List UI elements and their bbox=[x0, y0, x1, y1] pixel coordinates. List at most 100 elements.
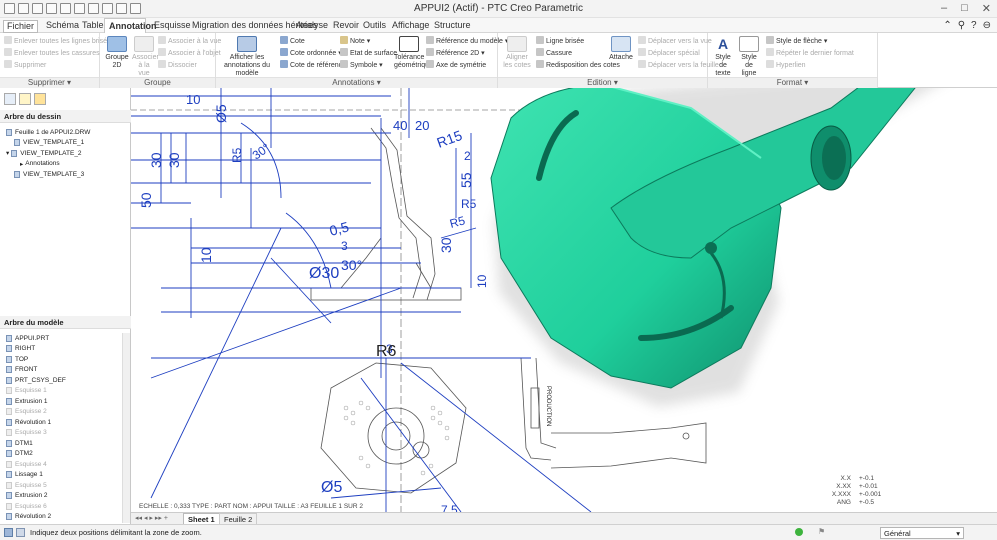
dimension-label[interactable]: Ø30 bbox=[309, 265, 339, 282]
tree-item-annotations[interactable]: ▸ Annotations bbox=[6, 159, 129, 170]
group-label[interactable]: Supprimer ▾ bbox=[0, 77, 99, 88]
associate-to-view-button[interactable]: Associer à la vue bbox=[158, 36, 221, 45]
minimize-ribbon-icon[interactable]: ⌃ bbox=[943, 20, 951, 31]
minimize-icon[interactable]: – bbox=[941, 2, 947, 15]
sheet-nav-arrows[interactable]: ◂◂ ◂ ▸ ▸▸ + bbox=[135, 514, 168, 522]
tab-annotation[interactable]: Annotation bbox=[104, 18, 157, 34]
folder-tab-icon[interactable] bbox=[19, 93, 31, 105]
tab-affichage[interactable]: Affichage bbox=[392, 20, 429, 33]
expand-icon[interactable]: ▾ bbox=[6, 149, 9, 157]
drawing-canvas[interactable]: 10 Ø5 40 20 30 30 R5 30° R15 2 55 50 0,5 R5 30 3 10 Ø30 30… bbox=[131, 88, 997, 512]
dimension-label[interactable]: 30° bbox=[341, 257, 362, 273]
dimension-label[interactable]: 40 bbox=[393, 118, 407, 133]
model-tree-item[interactable]: Extrusion 2 bbox=[6, 491, 129, 502]
group-label[interactable]: Edition ▾ bbox=[498, 77, 707, 88]
model-tree-item[interactable]: Esquisse 3 bbox=[6, 428, 129, 439]
symbol-button[interactable]: Symbole ▾ bbox=[340, 60, 383, 69]
dimension-label[interactable]: 30 bbox=[166, 152, 182, 168]
move-to-sheet-button[interactable]: Déplacer vers la feuille bbox=[638, 60, 719, 69]
align-dimensions-button[interactable]: Aligner les cotes bbox=[502, 36, 532, 70]
model-tree-item[interactable]: Esquisse 5 bbox=[6, 480, 129, 491]
model-tree-item[interactable]: Révolution 1 bbox=[6, 417, 129, 428]
note-button[interactable]: Note ▾ bbox=[340, 36, 370, 45]
model-datum-button[interactable]: Référence du modèle ▾ bbox=[426, 36, 508, 45]
tab-esquisse[interactable]: Esquisse bbox=[154, 20, 191, 33]
dimension-label[interactable]: 20 bbox=[415, 118, 429, 133]
delete-button[interactable]: Supprimer bbox=[4, 60, 46, 69]
model-tree-item[interactable]: Esquisse 1 bbox=[6, 386, 129, 397]
dimension-button[interactable]: Cote bbox=[280, 36, 305, 45]
hyperlink-button[interactable]: Hyperlien bbox=[766, 60, 806, 69]
ordinate-dimension-button[interactable]: Cote ordonnée ▾ bbox=[280, 48, 342, 57]
surface-finish-button[interactable]: Etat de surface bbox=[340, 48, 397, 57]
model-tree-item[interactable]: RIGHT bbox=[6, 344, 129, 355]
tree-item-view-1[interactable]: VIEW_TEMPLATE_1 bbox=[6, 138, 129, 149]
group-label[interactable]: Annotations ▾ bbox=[216, 77, 497, 88]
move-special-button[interactable]: Déplacer spécial bbox=[638, 48, 700, 57]
dimension-label[interactable]: 7,5 bbox=[441, 503, 458, 512]
dimension-label[interactable]: 50 bbox=[138, 192, 154, 208]
associate-view-button[interactable]: Associer à la vue bbox=[132, 36, 159, 78]
model-tree-item[interactable]: DTM1 bbox=[6, 438, 129, 449]
axis-of-symmetry-button[interactable]: Axe de symétrie bbox=[426, 60, 486, 69]
reference-dimension-button[interactable]: Cote de référence bbox=[280, 60, 346, 69]
broken-line-button[interactable]: Ligne brisée bbox=[536, 36, 584, 45]
dimension-label[interactable]: Ø5 bbox=[321, 479, 342, 496]
favorites-tab-icon[interactable] bbox=[34, 93, 46, 105]
dimension-label[interactable]: 0,5 bbox=[328, 218, 351, 239]
model-tree-item[interactable]: FRONT bbox=[6, 365, 129, 376]
tree-item-view-3[interactable]: VIEW_TEMPLATE_3 bbox=[6, 169, 129, 180]
model-tree-item[interactable]: TOP bbox=[6, 354, 129, 365]
model-tree-item[interactable]: Esquisse 6 bbox=[6, 501, 129, 512]
dimension-label[interactable]: 30 bbox=[438, 237, 454, 253]
maximize-icon[interactable]: □ bbox=[961, 2, 968, 15]
tab-revoir[interactable]: Revoir bbox=[333, 20, 359, 33]
dimension-label[interactable]: 30 bbox=[148, 152, 164, 168]
model-tree-item[interactable]: Extrusion 1 bbox=[6, 396, 129, 407]
group-label[interactable]: Groupe bbox=[100, 77, 215, 88]
collapse-icon[interactable]: ▸ bbox=[20, 160, 23, 168]
selection-filter-select[interactable]: Général ▾ bbox=[880, 527, 964, 539]
dimension-label[interactable]: R5 bbox=[230, 147, 244, 163]
dimension-label[interactable]: 10 bbox=[198, 247, 214, 263]
model-tree-header[interactable]: Arbre du modèle bbox=[0, 316, 131, 329]
model-tree-item[interactable]: APPUI.PRT bbox=[6, 333, 129, 344]
tab-table[interactable]: Table bbox=[82, 20, 104, 33]
text-style-button[interactable]: A Style de texte bbox=[712, 36, 734, 78]
dimension-label[interactable]: 3 bbox=[341, 239, 348, 253]
dimension-label[interactable]: 10 bbox=[475, 274, 489, 288]
group-label[interactable]: Format ▾ bbox=[708, 77, 877, 88]
model-tree-item[interactable]: Esquisse 2 bbox=[6, 407, 129, 418]
tab-schema[interactable]: Schéma bbox=[46, 20, 79, 33]
drawing-tree-header[interactable]: Arbre du dessin bbox=[0, 110, 131, 123]
flag-icon[interactable]: ⚑ bbox=[818, 527, 825, 536]
geometric-tolerance-button[interactable]: Tolérance géométrique bbox=[394, 36, 433, 70]
model-tree-item[interactable]: PRT_CSYS_DEF bbox=[6, 375, 129, 386]
show-model-annotations-button[interactable]: Afficher les annotations du modèle bbox=[218, 36, 276, 78]
repeat-last-format-button[interactable]: Répéter le dernier format bbox=[766, 48, 854, 57]
dimension-label[interactable]: Ø5 bbox=[213, 104, 229, 123]
model-tree-item[interactable]: Révolution 2 bbox=[6, 512, 129, 523]
remove-all-broken-lines-button[interactable]: Enlever toutes les lignes brisées bbox=[4, 36, 114, 45]
model-tree-item[interactable]: DTM2 bbox=[6, 449, 129, 460]
tab-structure[interactable]: Structure bbox=[434, 20, 471, 33]
remove-all-breaks-button[interactable]: Enlever toutes les cassures bbox=[4, 48, 100, 57]
dimension-label[interactable]: R5 bbox=[461, 197, 477, 211]
arrow-style-button[interactable]: Style de flèche ▾ bbox=[766, 36, 827, 45]
tree-item-view-2[interactable]: ▾ VIEW_TEMPLATE_2 bbox=[6, 148, 129, 159]
dimension-label[interactable]: 55 bbox=[458, 172, 474, 188]
datum-2d-button[interactable]: Référence 2D ▾ bbox=[426, 48, 485, 57]
dissociate-button[interactable]: Dissocier bbox=[158, 60, 197, 69]
dimension-label[interactable]: R15 bbox=[435, 127, 465, 151]
move-to-view-button[interactable]: Déplacer vers la vue bbox=[638, 36, 712, 45]
tree-tab-icon[interactable] bbox=[4, 93, 16, 105]
tab-fichier[interactable]: Fichier ▾ bbox=[3, 20, 38, 41]
tree-item-sheet[interactable]: Feuille 1 de APPUI2.DRW bbox=[6, 127, 129, 138]
model-tree-scrollbar[interactable] bbox=[122, 333, 130, 523]
model-tree-item[interactable]: Lissage 1 bbox=[6, 470, 129, 481]
search-icon[interactable]: ⚲ bbox=[958, 20, 965, 31]
dimension-label[interactable]: 2 bbox=[464, 149, 471, 163]
message-log-icon[interactable] bbox=[16, 528, 25, 537]
help-icon[interactable]: ? bbox=[971, 20, 977, 31]
group-2d-button[interactable]: Groupe 2D bbox=[104, 36, 130, 70]
